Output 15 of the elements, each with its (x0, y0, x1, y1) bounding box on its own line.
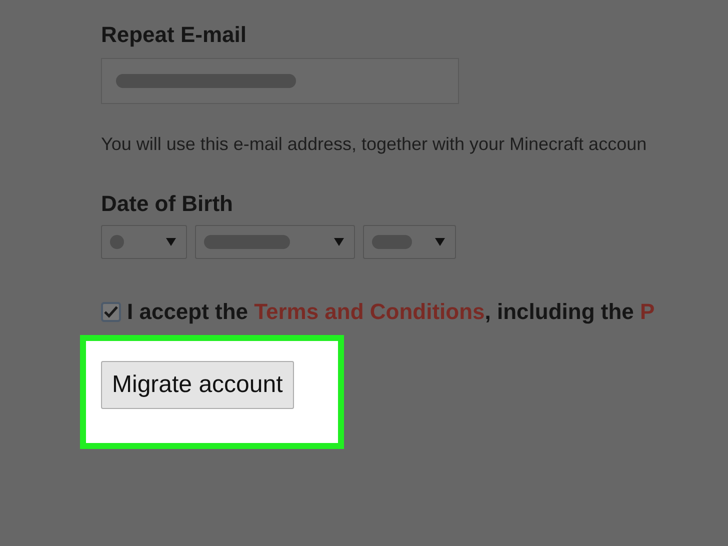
checkbox[interactable] (101, 302, 121, 322)
caret-icon (334, 238, 344, 246)
terms-link[interactable]: Terms and Conditions (254, 299, 485, 324)
caret-icon (166, 238, 176, 246)
dropdown[interactable] (101, 225, 187, 259)
dropdown[interactable] (363, 225, 456, 259)
migrate-button[interactable]: Migrate account (101, 361, 294, 409)
help-text: You will use this e-mail address, together with your Minecraft accoun (101, 134, 648, 155)
field-label: Repeat E-mail (101, 22, 248, 49)
dropdown[interactable] (195, 225, 355, 259)
policy-link[interactable]: P (640, 299, 655, 324)
consent-text: I accept the Terms and Conditions, including the P (127, 299, 655, 325)
caret-icon (435, 238, 445, 246)
email-field[interactable] (101, 58, 459, 104)
field-label: Date of Birth (101, 191, 234, 218)
